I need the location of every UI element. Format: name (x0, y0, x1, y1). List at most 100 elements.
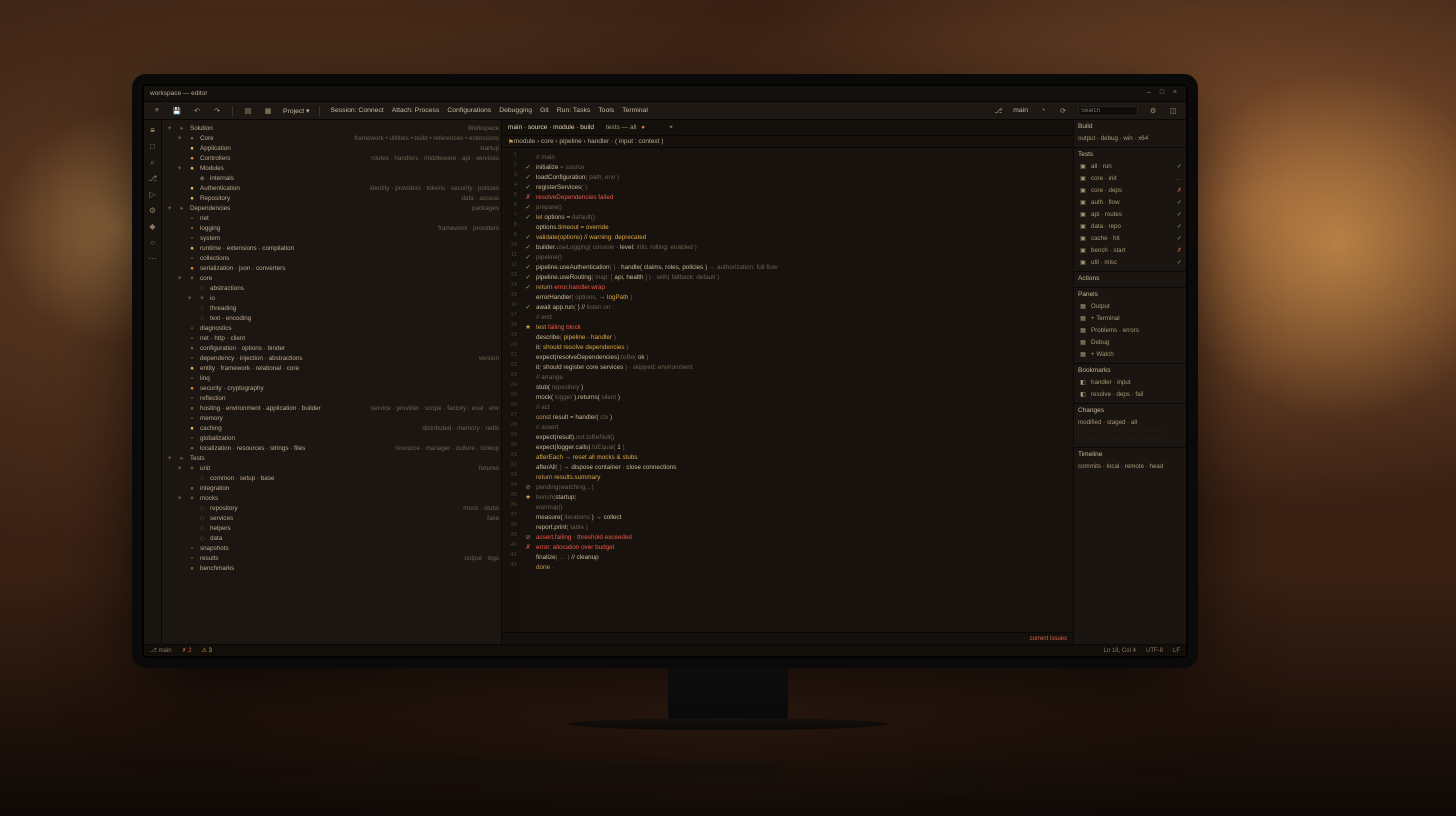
breadcrumb[interactable]: module › core › pipeline › handler · ( i… (514, 138, 664, 145)
code-line[interactable]: afterEach → reset all mocks & stubs (524, 452, 1069, 462)
code-line[interactable]: ✓loadConfiguration( path, env ) (524, 172, 1069, 182)
test-row[interactable]: ▣core · init… (1078, 172, 1182, 184)
tree-row[interactable]: ●Applicationstartup (164, 144, 499, 154)
gutter-glyph-icon[interactable]: ★ (524, 324, 532, 331)
gutter-glyph-icon[interactable]: ✗ (524, 194, 532, 201)
activity-icon-3[interactable]: ⎇ (148, 174, 158, 184)
tree-row[interactable]: ▪system (164, 234, 499, 244)
chevron-icon[interactable]: ▾ (188, 294, 194, 304)
tree-row[interactable]: ◇servicesfake (164, 514, 499, 524)
code-line[interactable]: // act (524, 402, 1069, 412)
tree-row[interactable]: ▾▾io (164, 294, 499, 304)
gutter-glyph-icon[interactable]: ✓ (524, 164, 532, 171)
activity-icon-1[interactable]: □ (148, 142, 158, 152)
tree-row[interactable]: ▾●Coreframework • utilities • build • re… (164, 134, 499, 144)
menu-item-7[interactable]: Terminal (622, 107, 648, 114)
test-row[interactable]: ▣auth · flow✓ (1078, 196, 1182, 208)
tree-row[interactable]: ▪snapshots (164, 544, 499, 554)
code-line[interactable]: mock( logger ).returns( silent ) (524, 392, 1069, 402)
status-warnings[interactable]: ⚠ 3 (202, 647, 212, 654)
status-encoding[interactable]: UTF-8 (1146, 648, 1163, 654)
tree-row[interactable]: ●Repositorydata · access (164, 194, 499, 204)
tree-row[interactable]: ○abstractions (164, 284, 499, 294)
bell-icon[interactable]: ◔ (1038, 106, 1048, 116)
settings-icon[interactable]: ⚙ (1148, 106, 1158, 116)
gutter-glyph-icon[interactable]: ✓ (524, 254, 532, 261)
code-line[interactable]: afterAll( ) → dispose container · close … (524, 462, 1069, 472)
chevron-icon[interactable]: ▾ (168, 124, 174, 134)
tree-row[interactable]: ●configuration · options · binder (164, 344, 499, 354)
code-line[interactable]: describe( pipeline · handler ) (524, 332, 1069, 342)
tree-row[interactable]: ●serialization · json · converters (164, 264, 499, 274)
menu-item-1[interactable]: Attach: Process (392, 107, 440, 114)
chevron-icon[interactable]: ▾ (178, 494, 184, 504)
minimize-button[interactable]: – (1144, 89, 1154, 99)
tree-row[interactable]: ▪collections (164, 254, 499, 264)
code-line[interactable]: expect(result).not.toBeNull() (524, 432, 1069, 442)
code-line[interactable]: ✓pipeline.useRouting( map: [ api, health… (524, 272, 1069, 282)
code-line[interactable]: const result = handler( ctx ) (524, 412, 1069, 422)
tree-row[interactable]: ▪resultsoutput · logs (164, 554, 499, 564)
code-line[interactable]: ★test failing block (524, 322, 1069, 332)
code-line[interactable]: expect(resolveDependencies).toBe( ok ) (524, 352, 1069, 362)
code-line[interactable]: ✓pipeline() (524, 252, 1069, 262)
tree-row[interactable]: ▪reflection (164, 394, 499, 404)
tree-row[interactable]: ●integration (164, 484, 499, 494)
gutter-glyph-icon[interactable]: ✓ (524, 184, 532, 191)
tree-row[interactable]: ●security · cryptography (164, 384, 499, 394)
tree-row[interactable]: ●runtime · extensions · compilation (164, 244, 499, 254)
gutter-glyph-icon[interactable]: ✓ (524, 204, 532, 211)
status-branch[interactable]: ⎇ main (150, 647, 172, 654)
gutter-glyph-icon[interactable]: ✓ (524, 214, 532, 221)
status-cursor[interactable]: Ln 18, Col 4 (1104, 648, 1136, 654)
code-line[interactable]: // end (524, 312, 1069, 322)
project-dropdown[interactable]: Project ▾ (283, 107, 309, 115)
code-line[interactable]: ✗resolveDependencies failed (524, 192, 1069, 202)
window-titlebar[interactable]: workspace — editor – □ × (144, 86, 1186, 102)
test-row[interactable]: ▣all · run✓ (1078, 160, 1182, 172)
menu-item-0[interactable]: Session: Connect (330, 107, 383, 114)
branch-label[interactable]: main (1013, 107, 1028, 114)
code-line[interactable]: ⊘ assert.failing · threshold exceeded (524, 532, 1069, 542)
activity-icon-7[interactable]: ○ (148, 238, 158, 248)
editor-body[interactable]: 1234567891011121314151617181920212223242… (502, 148, 1073, 632)
code-line[interactable]: ✓initialize = source (524, 162, 1069, 172)
code-line[interactable]: stub( repository ) (524, 382, 1069, 392)
branch-icon[interactable]: ⎇ (993, 106, 1003, 116)
gutter-glyph-icon[interactable]: ✓ (524, 304, 532, 311)
menu-icon[interactable]: ≡ (152, 106, 162, 116)
tree-row[interactable]: ▪loggingframework · providers (164, 224, 499, 234)
code-line[interactable]: expect(logger.calls).toEqual( 1 ) (524, 442, 1069, 452)
code-line[interactable]: ✓validate(options) // warning: deprecate… (524, 232, 1069, 242)
split-icon[interactable]: ◫ (1168, 106, 1178, 116)
code-line[interactable]: ✓return error.handler.wrap (524, 282, 1069, 292)
gutter-glyph-icon[interactable]: ⊘ (524, 484, 532, 491)
save-icon[interactable]: 💾 (172, 106, 182, 116)
panel-row[interactable]: ▦+ Terminal (1078, 312, 1182, 324)
undo-icon[interactable]: ↶ (192, 106, 202, 116)
tree-row[interactable]: ▾▾mocks (164, 494, 499, 504)
bookmark-row[interactable]: ◧handler · input (1078, 376, 1182, 388)
code-line[interactable]: measure( iterations ) → collect (524, 512, 1069, 522)
code-line[interactable]: // assert (524, 422, 1069, 432)
gutter-glyph-icon[interactable]: ✓ (524, 244, 532, 251)
sync-icon[interactable]: ⟳ (1058, 106, 1068, 116)
activity-icon-6[interactable]: ◆ (148, 222, 158, 232)
layout-icon[interactable]: ▤ (243, 106, 253, 116)
tree-row[interactable]: ▪linq (164, 374, 499, 384)
tree-row[interactable]: ▾▾core (164, 274, 499, 284)
tree-row[interactable]: ○text · encoding (164, 314, 499, 324)
tree-row[interactable]: ▪memory (164, 414, 499, 424)
tree-row[interactable]: ▾●Modules (164, 164, 499, 174)
code-line[interactable]: return results.summary (524, 472, 1069, 482)
code-line[interactable]: ✓registerServices( ) (524, 182, 1069, 192)
activity-icon-0[interactable]: ≡ (148, 126, 158, 136)
timeline-label[interactable]: commits · local · remote · head (1078, 463, 1163, 470)
tree-row[interactable]: ●localization · resources · strings · fi… (164, 444, 499, 454)
tree-row[interactable]: ◇repositorymock · stubs (164, 504, 499, 514)
search-input[interactable] (1078, 106, 1138, 116)
bookmark-row[interactable]: ◧resolve · deps · fail (1078, 388, 1182, 400)
activity-icon-8[interactable]: ⋯ (148, 254, 158, 264)
panel-row[interactable]: ▦Output (1078, 300, 1182, 312)
code-line[interactable]: ✓await app.run( ) // listen on : (524, 302, 1069, 312)
